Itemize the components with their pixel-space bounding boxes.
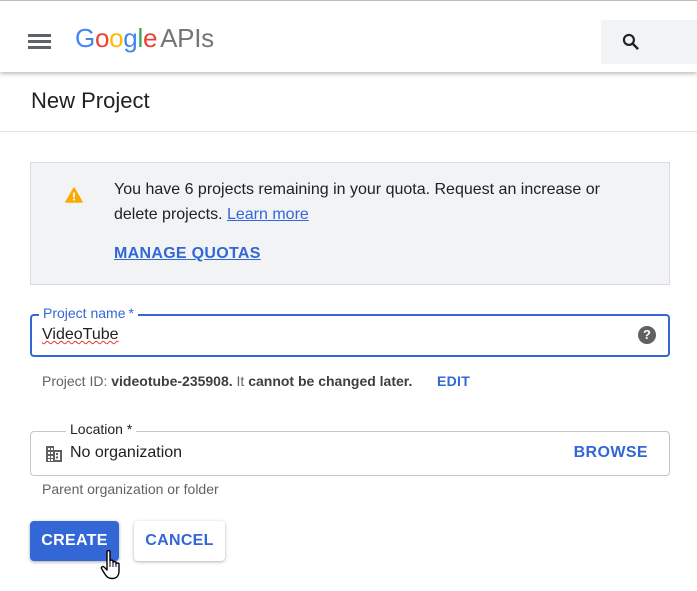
google-apis-logo[interactable]: Google APIs (75, 23, 214, 54)
project-name-field[interactable]: Project name * VideoTube ? (30, 305, 670, 357)
quota-notice: You have 6 projects remaining in your qu… (30, 162, 670, 285)
project-id-line: Project ID: videotube-235908. It cannot … (42, 373, 412, 389)
project-name-label: Project name * (39, 305, 138, 321)
search-icon[interactable] (621, 32, 641, 52)
logo-letter: g (123, 23, 138, 53)
building-icon (46, 446, 62, 462)
project-id-warning: cannot be changed later. (248, 373, 413, 389)
cancel-button[interactable]: CANCEL (134, 521, 225, 561)
logo-suffix: APIs (160, 23, 214, 53)
logo-letter: o (94, 23, 110, 53)
title-divider (0, 131, 697, 132)
hamburger-menu-icon[interactable] (28, 34, 51, 50)
help-icon[interactable]: ? (638, 326, 656, 344)
logo-letter: G (75, 23, 95, 53)
logo-letter: e (142, 23, 158, 53)
location-helper-text: Parent organization or folder (42, 481, 219, 497)
location-value: No organization (70, 444, 183, 461)
browse-button[interactable]: BROWSE (574, 444, 648, 462)
project-id-value: videotube-235908. (111, 373, 233, 389)
required-mark: * (128, 305, 134, 321)
quota-message: You have 6 projects remaining in your qu… (114, 177, 634, 227)
project-name-value[interactable]: VideoTube (42, 326, 119, 344)
learn-more-link[interactable]: Learn more (227, 206, 309, 223)
location-field[interactable]: Location * No organization BROWSE (30, 421, 670, 476)
location-label: Location * (66, 421, 137, 437)
project-id-prefix: Project ID: (42, 373, 108, 389)
hand-pointer-icon (100, 549, 120, 580)
edit-project-id-button[interactable]: EDIT (437, 373, 470, 389)
logo-letter: o (109, 23, 124, 53)
page-title: New Project (31, 88, 150, 113)
quota-message-text: You have 6 projects remaining in your qu… (114, 181, 600, 223)
project-id-middle: It (236, 373, 245, 389)
manage-quotas-link[interactable]: MANAGE QUOTAS (114, 245, 261, 263)
search-input[interactable] (601, 20, 697, 64)
top-app-bar: Google APIs (0, 0, 697, 72)
warning-icon (65, 187, 83, 203)
project-name-label-text: Project name (43, 305, 126, 321)
